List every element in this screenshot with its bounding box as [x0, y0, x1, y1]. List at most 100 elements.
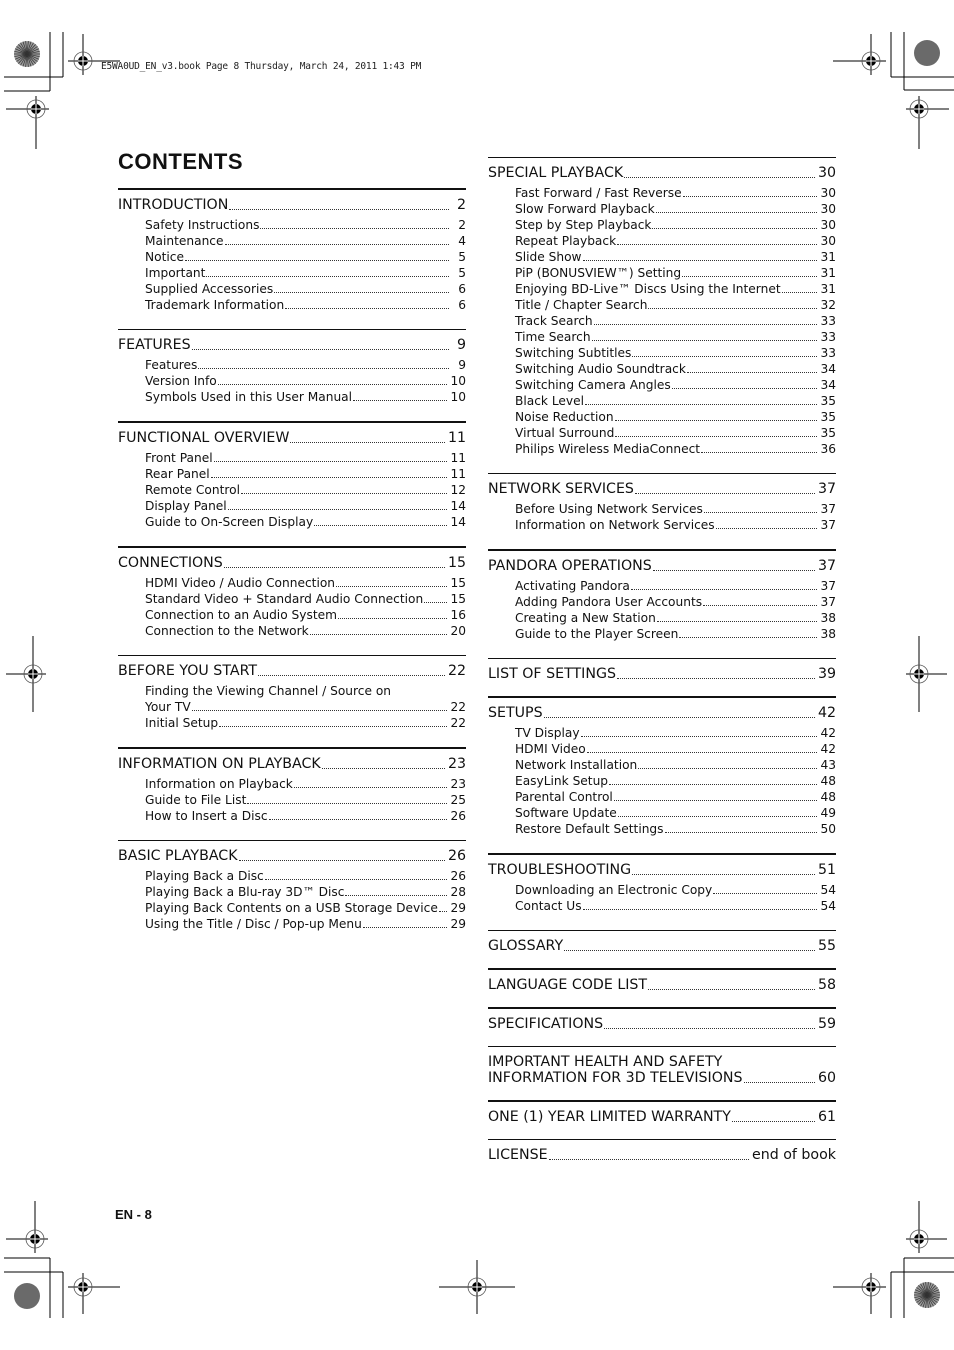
toc-entry-link[interactable]: Slide Show 31	[488, 249, 836, 265]
toc-entry-link[interactable]: Guide to On-Screen Display 14	[118, 514, 466, 530]
page-ref: 2	[456, 197, 466, 213]
toc-entry-link[interactable]: Repeat Playback 30	[488, 233, 836, 249]
section-heading-link[interactable]: SETUPS 42	[488, 705, 836, 722]
entry-title-line[interactable]: Finding the Viewing Channel / Source on	[118, 683, 466, 699]
toc-entry-link[interactable]: Restore Default Settings 50	[488, 821, 836, 837]
toc-entry-link[interactable]: Front Panel 11	[118, 450, 466, 466]
section-heading-link[interactable]: LANGUAGE CODE LIST 58	[488, 977, 836, 994]
dot-leader	[184, 259, 449, 261]
toc-entry-link[interactable]: Maintenance 4	[118, 233, 466, 249]
entry-title: FEATURES	[118, 337, 191, 353]
toc-entry-link[interactable]: Connection to an Audio System 16	[118, 607, 466, 623]
toc-entry-link[interactable]: Black Level 35	[488, 393, 836, 409]
section-heading-link[interactable]: FEATURES 9	[118, 337, 466, 354]
toc-entry-link[interactable]: Slow Forward Playback 30	[488, 201, 836, 217]
dot-leader	[268, 818, 448, 820]
toc-entry-link[interactable]: Initial Setup 22	[118, 715, 466, 731]
section-heading-link[interactable]: LIST OF SETTINGS 39	[488, 666, 836, 683]
toc-entry-link[interactable]: Creating a New Station 38	[488, 610, 836, 626]
page-ref: 22	[450, 716, 466, 730]
entry-title: Enjoying BD-Live™ Discs Using the Intern…	[515, 282, 781, 296]
toc-entry-link[interactable]: Playing Back Contents on a USB Storage D…	[118, 900, 466, 916]
toc-entry-link[interactable]: Noise Reduction 35	[488, 409, 836, 425]
toc-entry-link[interactable]: Adding Pandora User Accounts 37	[488, 594, 836, 610]
toc-entry-link[interactable]: HDMI Video / Audio Connection 15	[118, 575, 466, 591]
toc-entry-link[interactable]: Standard Video + Standard Audio Connecti…	[118, 591, 466, 607]
section-heading-link[interactable]: BEFORE YOU START 22	[118, 663, 466, 680]
toc-entry-link[interactable]: EasyLink Setup 48	[488, 773, 836, 789]
toc-entry-link[interactable]: Switching Audio Soundtrack 34	[488, 361, 836, 377]
toc-entry-link[interactable]: Fast Forward / Fast Reverse 30	[488, 185, 836, 201]
toc-entry-link[interactable]: Step by Step Playback 30	[488, 217, 836, 233]
toc-entry-link[interactable]: Time Search 33	[488, 329, 836, 345]
section-heading-link[interactable]: SPECIAL PLAYBACK 30	[488, 165, 836, 182]
section-title-line[interactable]: IMPORTANT HEALTH AND SAFETY	[488, 1054, 836, 1070]
toc-entry-link[interactable]: Playing Back a Disc 26	[118, 868, 466, 884]
toc-entry-link[interactable]: Switching Subtitles 33	[488, 345, 836, 361]
toc-entry-link[interactable]: How to Insert a Disc 26	[118, 808, 466, 824]
section-heading-link[interactable]: SPECIFICATIONS 59	[488, 1016, 836, 1033]
section-heading-link[interactable]: NETWORK SERVICES 37	[488, 481, 836, 498]
toc-entry-link[interactable]: Philips Wireless MediaConnect 36	[488, 441, 836, 457]
toc-entry-link[interactable]: Guide to the Player Screen 38	[488, 626, 836, 642]
dot-leader	[345, 894, 448, 896]
toc-entry-link[interactable]: Before Using Network Services 37	[488, 501, 836, 517]
toc-entry-link[interactable]: Enjoying BD-Live™ Discs Using the Intern…	[488, 281, 836, 297]
toc-entry-link[interactable]: Track Search 33	[488, 313, 836, 329]
section-heading-link[interactable]: INTRODUCTION 2	[118, 197, 466, 214]
section-heading-link[interactable]: ONE (1) YEAR LIMITED WARRANTY 61	[488, 1109, 836, 1126]
toc-entry-link[interactable]: Downloading an Electronic Copy 54	[488, 882, 836, 898]
toc-entry-link[interactable]: Symbols Used in this User Manual 10	[118, 389, 466, 405]
toc-entry-link[interactable]: Information on Playback 23	[118, 776, 466, 792]
section-heading-link[interactable]: GLOSSARY 55	[488, 938, 836, 955]
section-heading-link[interactable]: FUNCTIONAL OVERVIEW 11	[118, 430, 466, 447]
toc-entry-link[interactable]: HDMI Video 42	[488, 741, 836, 757]
section-heading-link[interactable]: INFORMATION ON PLAYBACK 23	[118, 756, 466, 773]
toc-entry-link[interactable]: Connection to the Network 20	[118, 623, 466, 639]
toc-entry-link[interactable]: TV Display 42	[488, 725, 836, 741]
section-heading-link[interactable]: BASIC PLAYBACK 26	[118, 848, 466, 865]
dot-leader	[424, 601, 448, 603]
toc-entry-link[interactable]: Contact Us 54	[488, 898, 836, 914]
entry-title: HDMI Video / Audio Connection	[145, 576, 336, 590]
print-target-circle-icon	[14, 1283, 40, 1309]
toc-entry-link[interactable]: Information on Network Services 37	[488, 517, 836, 533]
section-heading-link[interactable]: PANDORA OPERATIONS 37	[488, 558, 836, 575]
toc-entry-link[interactable]: Activating Pandora 37	[488, 578, 836, 594]
toc-entry-link[interactable]: Software Update 49	[488, 805, 836, 821]
entry-title: Information on Network Services	[515, 518, 715, 532]
print-target-circle-icon	[914, 1282, 940, 1308]
toc-entry-link[interactable]: Using the Title / Disc / Pop-up Menu 29	[118, 916, 466, 932]
toc-entry-link[interactable]: PiP (BONUSVIEW™) Setting 31	[488, 265, 836, 281]
section-heading-link[interactable]: TROUBLESHOOTING 51	[488, 862, 836, 879]
toc-entry-link[interactable]: Rear Panel 11	[118, 466, 466, 482]
dot-leader	[224, 243, 449, 245]
toc-entry-link[interactable]: Network Installation 43	[488, 757, 836, 773]
page-ref: 12	[450, 483, 466, 497]
page-ref: 55	[817, 938, 836, 954]
section-heading-link[interactable]: INFORMATION FOR 3D TELEVISIONS 60	[488, 1070, 836, 1087]
toc-entry-link[interactable]: Version Info 10	[118, 373, 466, 389]
toc-entry-link[interactable]: Important 5	[118, 265, 466, 281]
toc-entry-link[interactable]: Parental Control 48	[488, 789, 836, 805]
dot-leader	[655, 211, 818, 213]
toc-entry-link[interactable]: Notice 5	[118, 249, 466, 265]
section-heading-link[interactable]: LICENSE end of book	[488, 1147, 836, 1164]
toc-entry-link[interactable]: Remote Control 12	[118, 482, 466, 498]
toc-entry-link[interactable]: Trademark Information 6	[118, 297, 466, 313]
toc-entry-link[interactable]: Safety Instructions 2	[118, 217, 466, 233]
toc-entry-link[interactable]: Title / Chapter Search 32	[488, 297, 836, 313]
page-ref: 37	[817, 481, 836, 497]
toc-section: LANGUAGE CODE LIST 58	[488, 968, 836, 1007]
toc-entry-link[interactable]: Your TV 22	[118, 699, 466, 715]
section-heading-link[interactable]: CONNECTIONS 15	[118, 555, 466, 572]
toc-entry-link[interactable]: Switching Camera Angles 34	[488, 377, 836, 393]
page-ref: 38	[820, 627, 836, 641]
dot-leader	[217, 383, 448, 385]
toc-entry-link[interactable]: Playing Back a Blu-ray 3D™ Disc 28	[118, 884, 466, 900]
toc-entry-link[interactable]: Supplied Accessories 6	[118, 281, 466, 297]
toc-entry-link[interactable]: Display Panel 14	[118, 498, 466, 514]
toc-entry-link[interactable]: Virtual Surround 35	[488, 425, 836, 441]
toc-entry-link[interactable]: Guide to File List 25	[118, 792, 466, 808]
toc-entry-link[interactable]: Features 9	[118, 357, 466, 373]
